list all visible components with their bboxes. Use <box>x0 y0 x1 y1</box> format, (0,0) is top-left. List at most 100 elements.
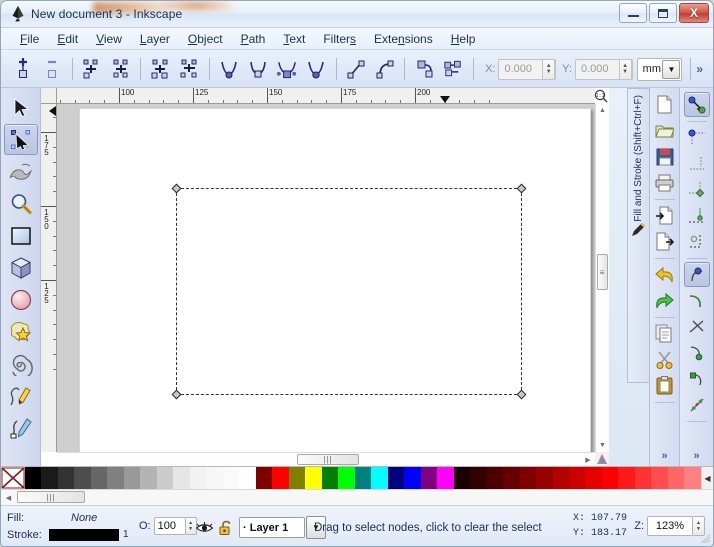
ellipse-tool[interactable] <box>4 284 38 315</box>
palette-swatch[interactable] <box>206 467 223 489</box>
palette-swatch[interactable] <box>354 467 372 489</box>
stroke-color-swatch[interactable] <box>49 528 119 541</box>
stroke-to-path-button[interactable] <box>440 54 467 84</box>
menu-text[interactable]: Text <box>274 30 314 48</box>
snap-midpoints-button[interactable] <box>684 392 710 417</box>
snap-bounding-box-button[interactable] <box>684 125 710 150</box>
node-handle-bottom-right[interactable] <box>516 389 527 400</box>
make-node-symmetric-button[interactable] <box>274 54 301 84</box>
palette-swatch[interactable] <box>618 467 635 489</box>
menu-layer[interactable]: Layer <box>131 30 179 48</box>
node-handle-top-left[interactable] <box>171 183 182 194</box>
maximize-button[interactable] <box>649 3 677 23</box>
y-coordinate-input[interactable]: 0.000 ▲ ▼ <box>574 58 633 80</box>
canvas-corner-widget[interactable] <box>595 452 609 466</box>
toolbar-overflow-button[interactable]: » <box>696 62 703 76</box>
delete-node-button[interactable] <box>39 54 66 84</box>
new-document-button[interactable] <box>652 92 678 117</box>
snap-bbox-corner-button[interactable] <box>684 177 710 202</box>
undo-button[interactable] <box>652 262 678 287</box>
palette-swatch[interactable] <box>453 467 471 489</box>
palette-swatch[interactable] <box>568 467 586 489</box>
zoom-1to1-icon[interactable]: 1:1 <box>594 89 608 103</box>
menu-extensions[interactable]: Extensions <box>365 30 442 48</box>
palette-swatch[interactable] <box>321 467 339 489</box>
chevron-down-icon[interactable]: ▼ <box>662 59 681 79</box>
scroll-up-button[interactable]: ▲ <box>596 104 609 117</box>
x-coordinate-input[interactable]: 0.000 ▲ ▼ <box>498 58 557 80</box>
vertical-scroll-thumb[interactable]: ≡ <box>597 254 608 290</box>
make-node-auto-button[interactable] <box>303 54 330 84</box>
minimize-button[interactable] <box>619 3 647 23</box>
scroll-down-button[interactable]: ▼ <box>596 439 609 452</box>
join-with-segment-button[interactable] <box>147 54 174 84</box>
palette-swatch[interactable] <box>651 467 668 489</box>
palette-swatch[interactable] <box>552 467 569 489</box>
tweak-tool[interactable] <box>4 156 38 187</box>
segment-to-curve-button[interactable] <box>371 54 398 84</box>
horizontal-ruler[interactable]: 100 125 150 175 200 <box>57 88 595 104</box>
palette-swatch[interactable] <box>667 467 685 489</box>
print-button[interactable] <box>652 170 678 195</box>
menu-edit[interactable]: Edit <box>48 30 87 48</box>
export-button[interactable] <box>652 229 678 254</box>
y-stepper[interactable]: ▲ ▼ <box>618 58 632 80</box>
palette-swatch[interactable] <box>288 467 306 489</box>
copy-button[interactable] <box>652 321 678 346</box>
palette-swatch[interactable] <box>25 467 42 489</box>
x-stepper[interactable]: ▲ ▼ <box>542 58 556 80</box>
join-nodes-button[interactable] <box>107 54 134 84</box>
palette-swatch[interactable] <box>634 467 652 489</box>
menu-file[interactable]: File <box>11 30 48 48</box>
palette-swatch[interactable] <box>123 467 141 489</box>
palette-swatch[interactable] <box>90 467 108 489</box>
palette-swatch[interactable] <box>684 467 701 489</box>
zoom-tool[interactable] <box>4 188 38 219</box>
zoom-stepper[interactable]: ▲ ▼ <box>693 516 705 536</box>
horizontal-scroll-thumb[interactable]: ||| <box>297 454 359 465</box>
palette-swatch[interactable] <box>420 467 438 489</box>
palette-swatch[interactable] <box>189 467 207 489</box>
node-handle-top-right[interactable] <box>516 183 527 194</box>
snap-overflow-button[interactable]: » <box>693 450 699 462</box>
palette-scroll-thumb[interactable]: ||| <box>17 491 85 503</box>
palette-swatch[interactable] <box>486 467 504 489</box>
vertical-scrollbar[interactable]: ▲ ≡ ▼ <box>595 104 609 452</box>
palette-swatch[interactable] <box>585 467 602 489</box>
close-button[interactable]: X <box>679 3 709 23</box>
menu-help[interactable]: Help <box>442 30 485 48</box>
opacity-input[interactable]: 100 <box>153 517 186 535</box>
object-to-path-button[interactable] <box>411 54 438 84</box>
palette-scrollbar[interactable]: ◀ ||| <box>1 489 713 505</box>
snap-bbox-edge-midpoint-button[interactable] <box>684 203 710 228</box>
palette-swatch[interactable] <box>239 467 256 489</box>
menu-path[interactable]: Path <box>232 30 275 48</box>
snap-path-button[interactable] <box>684 288 710 313</box>
palette-none-swatch[interactable] <box>1 467 25 489</box>
document-page[interactable] <box>79 108 591 452</box>
palette-swatch[interactable] <box>305 467 322 489</box>
palette-scroll-button[interactable]: ◀ <box>701 467 713 489</box>
enable-snapping-toggle[interactable] <box>683 92 710 117</box>
segment-to-line-button[interactable] <box>343 54 370 84</box>
menu-object[interactable]: Object <box>179 30 232 48</box>
palette-swatch[interactable] <box>404 467 421 489</box>
menu-filters[interactable]: Filters <box>314 30 365 48</box>
delete-segment-button[interactable] <box>176 54 203 84</box>
snap-cusp-node-button[interactable] <box>684 340 710 365</box>
snap-path-intersection-button[interactable] <box>684 314 710 339</box>
palette-swatch[interactable] <box>156 467 174 489</box>
ruler-corner[interactable] <box>41 88 57 104</box>
palette-swatch[interactable] <box>536 467 553 489</box>
spiral-tool[interactable] <box>4 348 38 379</box>
layer-lock-toggle[interactable] <box>215 518 237 538</box>
save-document-button[interactable] <box>652 144 678 169</box>
palette-swatch[interactable] <box>387 467 405 489</box>
node-handle-bottom-left[interactable] <box>171 389 182 400</box>
pencil-tool[interactable] <box>4 380 38 411</box>
palette-swatch[interactable] <box>371 467 388 489</box>
zoom-input[interactable]: 123% <box>647 516 693 536</box>
palette-swatch[interactable] <box>222 467 240 489</box>
snap-smooth-node-button[interactable] <box>684 366 710 391</box>
open-document-button[interactable] <box>652 118 678 143</box>
